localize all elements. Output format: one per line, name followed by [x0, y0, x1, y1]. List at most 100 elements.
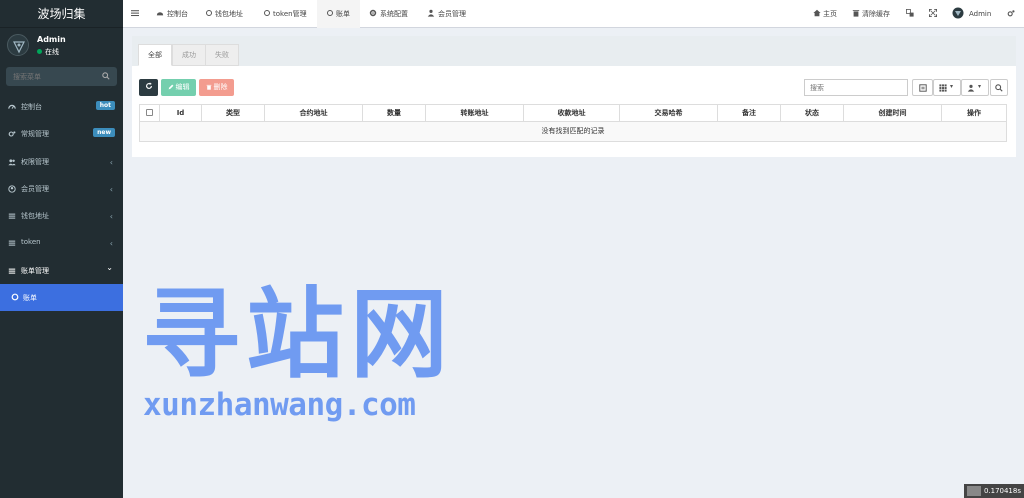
column-header[interactable]: 收款地址: [524, 105, 620, 122]
new-badge: new: [93, 128, 115, 138]
home-icon: [813, 9, 821, 17]
tab-token[interactable]: token管理: [264, 0, 307, 28]
tab-success[interactable]: 成功: [172, 44, 206, 66]
user-icon: [427, 9, 435, 17]
table-header: Id 类型 合约地址 数量 转账地址 收款地址 交易哈希 备注 状态 创建时间 …: [140, 105, 1006, 122]
dashboard-icon: [8, 104, 16, 109]
home-link[interactable]: 主页: [813, 0, 837, 28]
timer-icon: [966, 486, 981, 496]
column-header[interactable]: 状态: [781, 105, 844, 122]
chevron-left-icon: ‹: [109, 157, 113, 167]
sidebar-item-label: 常规管理: [21, 130, 49, 139]
search-icon: [995, 84, 1003, 92]
columns-toggle-button[interactable]: ▾: [933, 79, 961, 96]
edit-button[interactable]: 编辑: [161, 79, 196, 96]
grid-icon: [939, 84, 947, 92]
export-icon: [919, 84, 927, 92]
sidebar-item-bills[interactable]: 账单管理 ⌄: [0, 257, 123, 284]
column-header[interactable]: 类型: [202, 105, 265, 122]
online-dot-icon: [37, 49, 42, 54]
column-header[interactable]: 合约地址: [265, 105, 363, 122]
user-export-icon: [967, 84, 975, 92]
user-panel: Admin 在线: [0, 32, 123, 66]
tab-failed[interactable]: 失败: [205, 44, 239, 66]
tab-members[interactable]: 会员管理: [427, 0, 466, 28]
hot-badge: hot: [95, 101, 115, 110]
sidebar-menu: 控制台 hot 常规管理 new 权限管理 ‹ 会员管理 ‹ 钱包地址 ‹ to…: [0, 93, 123, 312]
sidebar-item-label: 账单管理: [21, 266, 49, 275]
sidebar-item-wallets[interactable]: 钱包地址 ‹: [0, 202, 123, 229]
dashboard-icon: [156, 12, 164, 16]
sidebar-item-token[interactable]: token ‹: [0, 229, 123, 256]
hamburger-icon: [131, 10, 139, 17]
column-header[interactable]: 创建时间: [844, 105, 942, 122]
empty-table-message: 没有找到匹配的记录: [140, 122, 1006, 141]
column-header[interactable]: 数量: [363, 105, 426, 122]
sidebar-item-general[interactable]: 常规管理 new: [0, 120, 123, 147]
column-header[interactable]: Id: [160, 105, 202, 122]
table-search-input[interactable]: [804, 79, 908, 96]
fullscreen-button[interactable]: [928, 0, 938, 28]
delete-button[interactable]: 删除: [199, 79, 234, 96]
tab-all[interactable]: 全部: [138, 44, 172, 66]
sidebar-item-label: token: [21, 238, 41, 247]
trash-icon: [852, 10, 860, 17]
sidebar-item-label: 控制台: [21, 103, 42, 111]
user-status: 在线: [37, 47, 59, 57]
export-button[interactable]: [912, 79, 933, 96]
tab-wallet-address[interactable]: 钱包地址: [206, 0, 243, 28]
list-icon: [8, 213, 16, 219]
sidebar: 波场归集 Admin 在线 控制台 hot 常规管理 new 权限管理 ‹ 会员…: [0, 0, 123, 498]
fullscreen-icon: [928, 8, 938, 18]
pencil-icon: [168, 84, 173, 89]
sidebar-item-dashboard[interactable]: 控制台 hot: [0, 93, 123, 120]
topbar: 控制台 钱包地址 token管理 账单 系统配置 会员管理 主页 清除缓存 Ad…: [123, 0, 1024, 28]
search-menu-input[interactable]: [6, 67, 96, 86]
column-header[interactable]: 交易哈希: [620, 105, 718, 122]
export-type-button[interactable]: ▾: [961, 79, 989, 96]
tab-bills[interactable]: 账单: [317, 0, 360, 28]
chevron-left-icon: ‹: [109, 239, 113, 249]
user-circle-icon: [8, 185, 16, 193]
admin-menu[interactable]: Admin: [952, 0, 991, 28]
column-header[interactable]: 操作: [942, 105, 1006, 122]
language-button[interactable]: [906, 0, 914, 28]
sidebar-item-label: 会员管理: [21, 184, 49, 193]
caret-down-icon: ▾: [978, 83, 982, 90]
content-panel: 全部 成功 失败 编辑 删除 ▾ ▾ Id 类型 合约地址 数量 转账地址 收款…: [132, 36, 1016, 157]
users-icon: [8, 158, 16, 165]
sidebar-item-label: 权限管理: [21, 157, 49, 166]
chevron-left-icon: ‹: [109, 184, 113, 194]
sidebar-toggle[interactable]: [131, 0, 139, 28]
clear-cache-button[interactable]: 清除缓存: [852, 0, 890, 28]
settings-button[interactable]: [1007, 0, 1015, 28]
caret-down-icon: ▾: [950, 83, 954, 90]
list-icon: [8, 268, 16, 274]
tab-system-config[interactable]: 系统配置: [369, 0, 408, 28]
circle-icon: [11, 293, 19, 301]
circle-icon: [327, 10, 333, 16]
page-timer: 0.170418s: [963, 484, 1024, 498]
advanced-search-button[interactable]: [990, 79, 1008, 96]
search-icon[interactable]: [102, 72, 110, 80]
brand-title[interactable]: 波场归集: [0, 0, 123, 28]
column-header[interactable]: 备注: [718, 105, 781, 122]
column-header[interactable]: 转账地址: [426, 105, 524, 122]
sidebar-item-members[interactable]: 会员管理 ‹: [0, 175, 123, 202]
sidebar-subitem-label: 账单: [23, 294, 37, 303]
admin-avatar-icon: [952, 7, 964, 19]
chevron-left-icon: ‹: [109, 212, 113, 222]
sidebar-subitem-bill[interactable]: 账单: [0, 284, 123, 312]
tab-dashboard[interactable]: 控制台: [156, 0, 188, 28]
avatar: [7, 34, 29, 56]
sidebar-item-permissions[interactable]: 权限管理 ‹: [0, 148, 123, 175]
translate-icon: [906, 9, 914, 17]
admin-label: Admin: [969, 10, 992, 18]
circle-icon: [264, 10, 270, 16]
sidebar-search: [6, 67, 117, 86]
panel-tabs: 全部 成功 失败: [132, 36, 1016, 66]
select-all-checkbox[interactable]: [146, 109, 153, 116]
refresh-button[interactable]: [139, 79, 158, 96]
trash-icon: [206, 84, 211, 90]
edit-label: 编辑: [175, 83, 190, 91]
